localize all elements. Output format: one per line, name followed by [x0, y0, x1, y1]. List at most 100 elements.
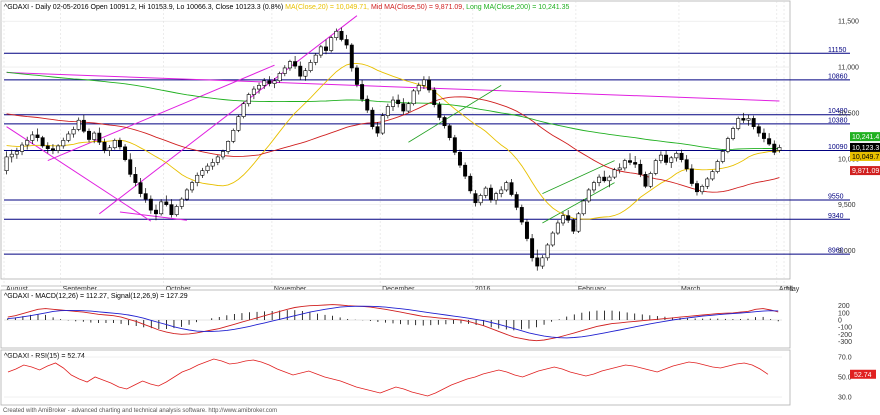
macd-title: ^GDAXI - MACD(12,26) = 112.27, Signal(12… [4, 293, 188, 300]
candle-body [76, 119, 81, 130]
candle-body [117, 140, 122, 148]
candle [349, 43, 354, 72]
header-ohlc: - Daily 02-05-2016 Open 10091.2, Hi 1015… [31, 4, 285, 11]
candle-body [226, 141, 231, 152]
candle-body [50, 148, 55, 151]
candle-body [138, 182, 143, 194]
candle-body [380, 115, 385, 134]
candle [277, 71, 282, 83]
candle-body [628, 160, 632, 163]
candle [123, 144, 128, 162]
candle-body [159, 201, 164, 215]
candle-body [761, 132, 766, 139]
candle-body [504, 182, 509, 191]
candle-body [411, 90, 416, 105]
candle-body [442, 117, 447, 127]
candle-body [772, 143, 777, 153]
macd-tick-label: -300 [838, 339, 852, 346]
candle-body [427, 79, 432, 91]
macd-tick-label: 0 [838, 318, 842, 325]
candle-body [339, 30, 344, 40]
candle [241, 101, 246, 119]
candle [380, 112, 385, 135]
candle-body [179, 198, 184, 207]
ma50-label: Mid MA(Close,50) = 9,871.09, [371, 4, 466, 11]
candle-body [195, 174, 200, 183]
candle-body [612, 169, 617, 178]
candle-body [324, 46, 328, 51]
candle-body [777, 147, 782, 151]
candle-body [257, 85, 262, 90]
candle-body [133, 174, 138, 183]
candle-body [406, 103, 411, 112]
candle-body [360, 84, 365, 100]
candle-body [437, 104, 442, 118]
candle-body [458, 152, 462, 166]
candle-body [344, 39, 349, 46]
candle [720, 149, 725, 164]
candle [725, 136, 730, 154]
candle [524, 219, 529, 242]
candle-body [463, 164, 468, 177]
level-label: 10860 [828, 73, 848, 80]
candle-body [416, 85, 421, 92]
candle-body [220, 151, 225, 158]
candle-body [35, 134, 40, 138]
candle-body [45, 145, 50, 149]
candle [463, 162, 468, 179]
macd-tick-label: -100 [838, 325, 852, 332]
candle-body [648, 173, 653, 187]
candle-body [205, 165, 210, 171]
candle-body [293, 61, 298, 67]
candle-body [154, 209, 158, 215]
candle-body [287, 61, 292, 69]
candle-body [736, 118, 741, 129]
candle-body [617, 167, 622, 171]
candle [643, 171, 648, 189]
candle [468, 173, 473, 194]
candle [736, 116, 741, 131]
candle [40, 135, 45, 148]
candle-body [143, 193, 148, 200]
candle [174, 204, 179, 217]
candle [329, 35, 334, 53]
candle-body [710, 171, 715, 180]
ma20-label: MA(Close,20) = 10,049.71, [285, 4, 371, 11]
candle-body [303, 70, 308, 77]
candle [458, 149, 462, 168]
rsi-value-tag-label: 52.74 [854, 372, 872, 379]
candle-body [452, 137, 457, 153]
candle [731, 126, 736, 141]
candle-body [473, 193, 478, 204]
candle-body [61, 140, 66, 147]
candle [231, 128, 236, 144]
rsi-tick-label: 70.0 [838, 355, 852, 362]
candle-body [282, 67, 287, 74]
candle-body [210, 162, 215, 167]
candle-body [494, 193, 499, 201]
candle [370, 107, 375, 130]
candle-body [164, 201, 169, 205]
candle-body [184, 189, 189, 200]
candle [648, 171, 653, 189]
candle [432, 87, 437, 108]
dax-technical-chart: 1115010860104801038010090955093408960 9,… [0, 0, 880, 414]
candle-body [447, 125, 452, 138]
candle-body [684, 159, 689, 170]
candle-body [658, 154, 663, 161]
price-tag-label: 10,241.4 [852, 134, 879, 141]
candle-body [112, 140, 117, 149]
candle-body [251, 88, 256, 95]
level-label: 9340 [828, 213, 844, 220]
candle-body [751, 118, 756, 127]
candle-body [40, 137, 45, 147]
candle-body [14, 151, 19, 155]
candle-body [241, 103, 246, 117]
candle [519, 204, 524, 225]
candle-body [262, 80, 267, 86]
candle-body [561, 215, 566, 224]
rsi-y-axis: 70.0 50.0 30.0 52.74 [838, 355, 876, 402]
level-label: 9550 [828, 194, 844, 201]
candle-body [107, 147, 112, 151]
candle-body [576, 213, 581, 232]
